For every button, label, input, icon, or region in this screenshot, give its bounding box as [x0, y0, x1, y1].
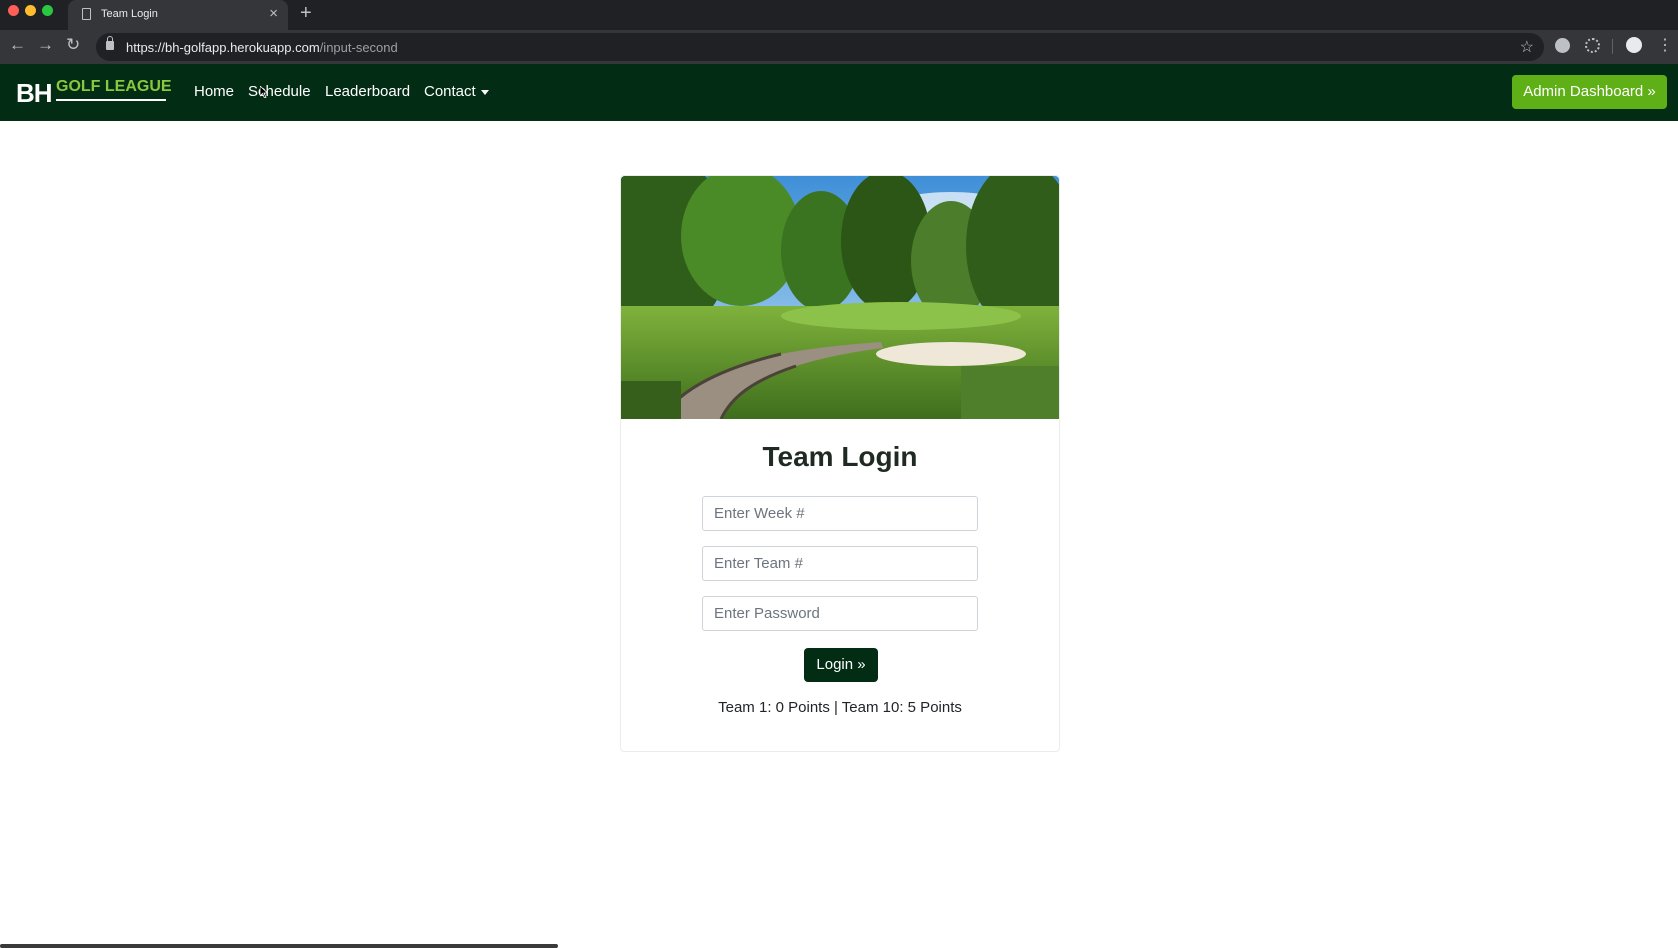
url-text: https://bh-golfapp.herokuapp.com/input-s… — [126, 40, 398, 55]
browser-toolbar: ← → ↻ https://bh-golfapp.herokuapp.com/i… — [0, 30, 1678, 64]
close-tab-icon[interactable]: × — [269, 5, 278, 22]
lock-icon — [106, 36, 114, 50]
reload-icon[interactable]: ↻ — [66, 35, 80, 55]
browser-tab-bar: Team Login × + — [0, 0, 1678, 30]
address-bar[interactable]: https://bh-golfapp.herokuapp.com/input-s… — [96, 33, 1544, 61]
maximize-window-button[interactable] — [42, 5, 53, 16]
golf-course-image — [621, 176, 1059, 419]
password-input[interactable] — [702, 596, 978, 631]
minimize-window-button[interactable] — [25, 5, 36, 16]
mouse-cursor-icon — [260, 86, 268, 98]
bookmark-star-icon[interactable]: ☆ — [1520, 37, 1534, 57]
page-title: Team Login — [762, 441, 918, 472]
nav-link-schedule[interactable]: Schedule — [248, 83, 311, 100]
team-number-input[interactable] — [702, 546, 978, 581]
tab-title: Team Login — [101, 8, 158, 20]
browser-menu-icon[interactable]: ⋮ — [1657, 35, 1673, 55]
login-button[interactable]: Login » — [804, 648, 878, 682]
close-window-button[interactable] — [8, 5, 19, 16]
horizontal-scrollbar[interactable] — [0, 944, 558, 948]
logo-bh: BH — [16, 78, 53, 108]
document-icon — [82, 8, 91, 20]
nav-link-leaderboard[interactable]: Leaderboard — [325, 83, 410, 100]
extension-icon[interactable] — [1555, 38, 1570, 53]
logo-underline — [56, 99, 166, 101]
browser-tab[interactable]: Team Login × — [68, 0, 288, 30]
admin-dashboard-button[interactable]: Admin Dashboard » — [1512, 75, 1667, 109]
login-card: Team Login Login » Team 1: 0 Points | Te… — [620, 175, 1060, 752]
toolbar-divider — [1612, 39, 1613, 54]
nav-link-home[interactable]: Home — [194, 83, 234, 100]
extension-gear-icon[interactable] — [1585, 38, 1600, 53]
logo-golf-league: GOLF LEAGUE — [56, 78, 172, 95]
forward-arrow-icon[interactable]: → — [37, 35, 54, 55]
site-navbar: BH GOLF LEAGUE Home Schedule Leaderboard… — [0, 64, 1678, 121]
back-arrow-icon[interactable]: ← — [9, 35, 26, 55]
week-number-input[interactable] — [702, 496, 978, 531]
profile-avatar-icon[interactable] — [1626, 37, 1642, 53]
caret-down-icon — [480, 89, 489, 95]
new-tab-button[interactable]: + — [300, 2, 312, 25]
team-points-summary: Team 1: 0 Points | Team 10: 5 Points — [718, 699, 962, 716]
nav-link-contact[interactable]: Contact — [424, 83, 489, 100]
